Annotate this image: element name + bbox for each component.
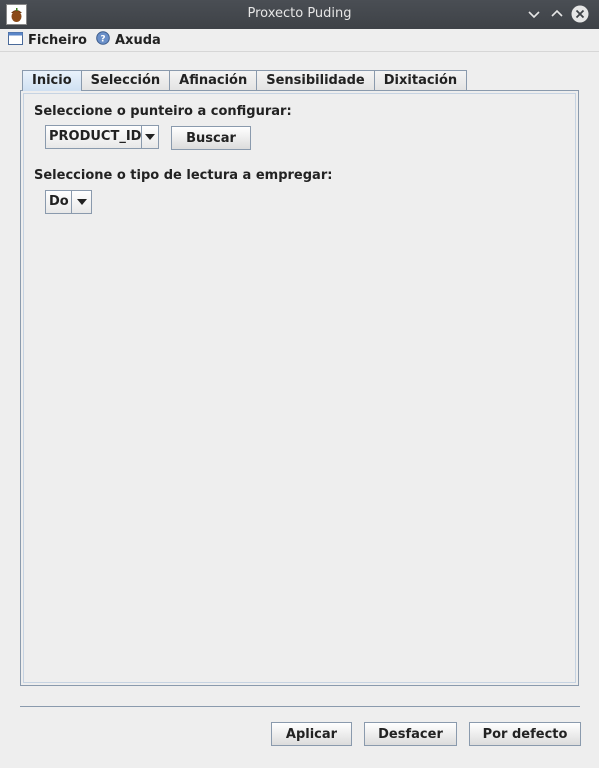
close-button[interactable] [571, 5, 589, 23]
pointer-select-label: Seleccione o punteiro a configurar: [34, 104, 292, 119]
menu-ficheiro-label: Ficheiro [28, 32, 87, 48]
tab-seleccion[interactable]: Selección [80, 70, 171, 90]
menu-axuda-label: Axuda [115, 32, 161, 48]
minimize-button[interactable] [525, 5, 543, 23]
menu-ficheiro[interactable]: Ficheiro [8, 31, 87, 49]
reading-type-label: Seleccione o tipo de lectura a empregar: [34, 168, 333, 183]
pointer-combobox[interactable]: PRODUCT_ID [45, 125, 159, 149]
help-icon: ? [96, 31, 110, 49]
apply-button[interactable]: Aplicar [271, 722, 352, 746]
reading-type-combobox[interactable]: Do [45, 190, 92, 214]
search-button[interactable]: Buscar [171, 126, 251, 150]
footer-separator [20, 706, 580, 707]
svg-text:?: ? [100, 35, 105, 45]
chevron-down-icon[interactable] [141, 126, 158, 148]
window-titlebar: Proxecto Puding [0, 0, 599, 29]
undo-button[interactable]: Desfacer [364, 722, 457, 746]
maximize-button[interactable] [548, 5, 566, 23]
tab-inicio[interactable]: Inicio [22, 70, 82, 91]
window-title: Proxecto Puding [247, 6, 352, 21]
reading-type-combobox-value: Do [49, 194, 69, 209]
tab-afinacion[interactable]: Afinación [169, 70, 258, 90]
tab-bar: Inicio Selección Afinación Sensibilidade… [22, 70, 468, 91]
menu-axuda[interactable]: ? Axuda [96, 31, 161, 49]
window-icon [8, 31, 23, 49]
chevron-down-icon[interactable] [71, 191, 91, 213]
default-button[interactable]: Por defecto [469, 722, 581, 746]
menubar: Ficheiro ? Axuda [0, 29, 599, 52]
tab-dixitacion[interactable]: Dixitación [373, 70, 468, 90]
pointer-combobox-value: PRODUCT_ID [49, 129, 142, 144]
tab-sensibilidade[interactable]: Sensibilidade [256, 70, 375, 90]
